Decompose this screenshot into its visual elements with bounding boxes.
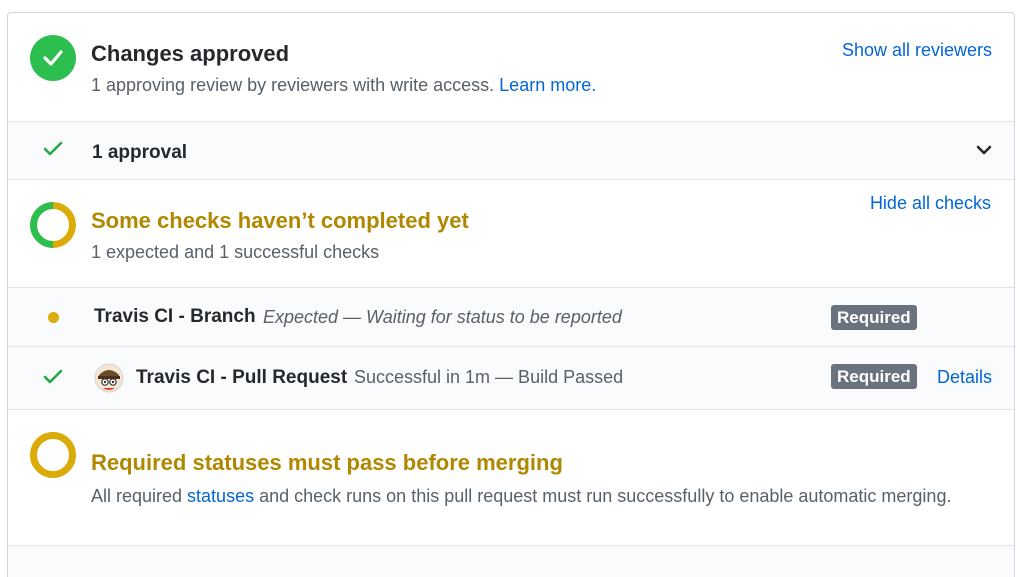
checks-title: Some checks haven’t completed yet bbox=[91, 208, 469, 233]
check-name: Travis CI - Pull Request bbox=[136, 367, 348, 388]
approved-subtitle: 1 approving review by reviewers with wri… bbox=[91, 75, 596, 96]
required-badge: Required bbox=[831, 305, 917, 330]
required-badge: Required bbox=[831, 364, 917, 389]
check-description: Expected — Waiting for status to be repo… bbox=[263, 307, 622, 327]
success-check-icon bbox=[43, 369, 63, 384]
approved-check-icon bbox=[30, 35, 76, 81]
checks-section: Some checks haven’t completed yet 1 expe… bbox=[8, 179, 1014, 287]
required-subtitle-post: and check runs on this pull request must… bbox=[254, 486, 952, 506]
checks-progress-icon bbox=[30, 202, 76, 248]
required-title: Required statuses must pass before mergi… bbox=[91, 450, 563, 475]
required-subtitle-pre: All required bbox=[91, 486, 188, 506]
approved-title: Changes approved bbox=[91, 41, 290, 66]
approved-subtitle-text: 1 approving review by reviewers with wri… bbox=[91, 75, 495, 95]
pending-dot-icon bbox=[48, 312, 59, 323]
chevron-down-icon[interactable] bbox=[976, 144, 992, 156]
approval-check-icon bbox=[43, 141, 63, 156]
hide-all-checks-link[interactable]: Hide all checks bbox=[870, 193, 991, 214]
show-all-reviewers-link[interactable]: Show all reviewers bbox=[842, 40, 992, 61]
required-subtitle: All required statuses and check runs on … bbox=[91, 482, 971, 510]
checks-subtitle: 1 expected and 1 successful checks bbox=[91, 242, 380, 262]
check-row-travis-branch: Travis CI - Branch Expected — Waiting fo… bbox=[8, 287, 1014, 346]
merge-status-box: Changes approved 1 approving review by r… bbox=[7, 12, 1015, 577]
pending-ring-icon bbox=[30, 432, 76, 478]
approval-count-label: 1 approval bbox=[92, 142, 188, 163]
approval-row[interactable]: 1 approval bbox=[8, 121, 1014, 179]
check-description: Successful in 1m — Build Passed bbox=[354, 367, 624, 387]
required-statuses-section: Required statuses must pass before mergi… bbox=[8, 409, 1014, 545]
statuses-link[interactable]: statuses bbox=[187, 486, 254, 506]
approvals-section: Changes approved 1 approving review by r… bbox=[8, 13, 1014, 121]
merge-footer bbox=[8, 545, 1014, 577]
learn-more-link[interactable]: Learn more. bbox=[499, 75, 596, 95]
travis-ci-avatar-icon bbox=[94, 363, 124, 393]
check-name: Travis CI - Branch bbox=[94, 306, 256, 327]
details-link[interactable]: Details bbox=[937, 367, 992, 388]
check-row-travis-pr: Travis CI - Pull Request Successful in 1… bbox=[8, 346, 1014, 409]
